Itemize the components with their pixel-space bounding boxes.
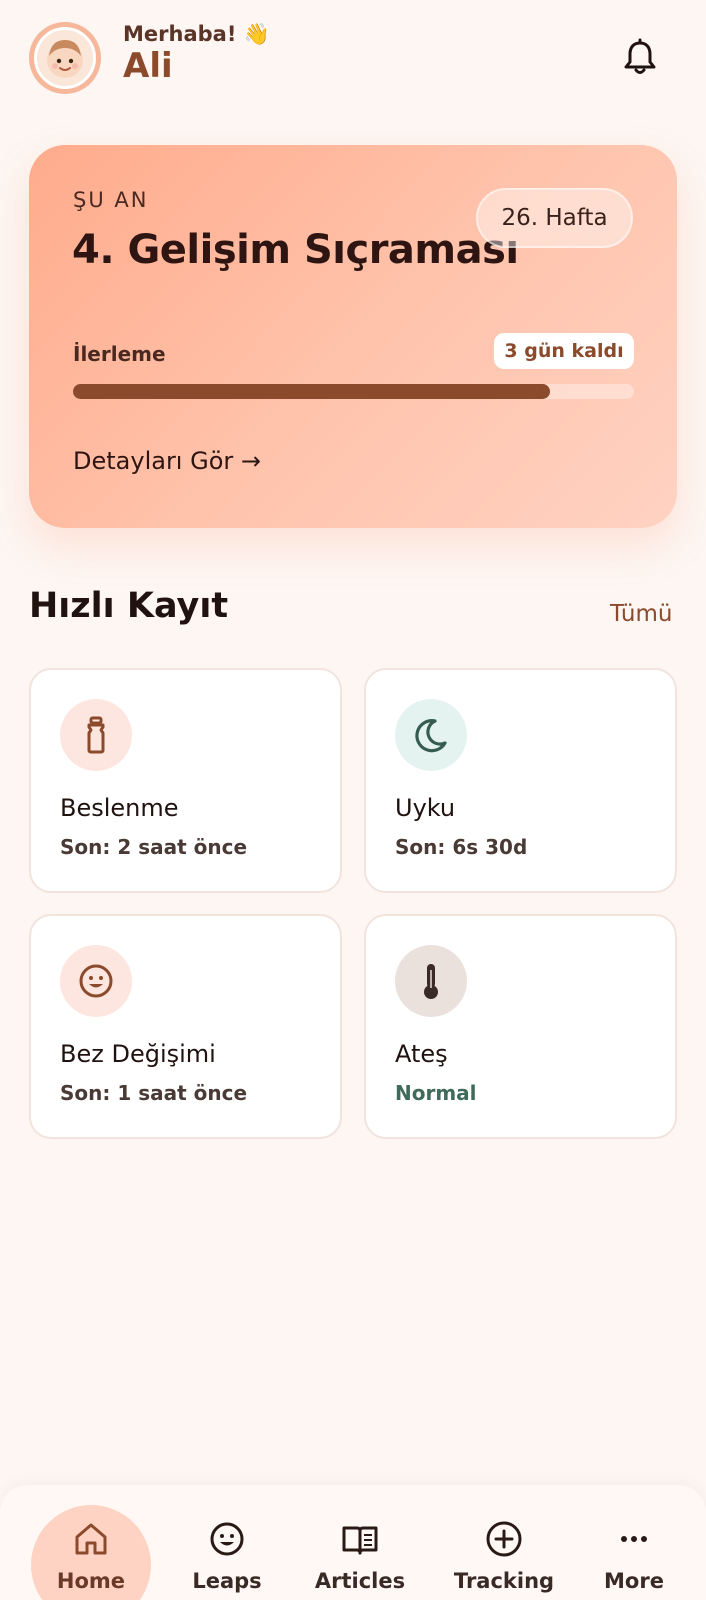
thermometer-icon — [395, 945, 467, 1017]
nav-label: Articles — [314, 1569, 406, 1593]
sleep-card[interactable]: Uyku Son: 6s 30d — [364, 668, 677, 893]
quick-log-title: Hızlı Kayıt — [29, 586, 229, 626]
book-icon — [342, 1526, 378, 1555]
smiley-icon — [60, 945, 132, 1017]
bell-icon[interactable] — [620, 38, 660, 78]
smiley-icon — [210, 1522, 244, 1556]
leap-title: 4. Gelişim Sıçraması — [72, 227, 519, 273]
nav-articles[interactable]: Articles — [310, 1505, 410, 1600]
fever-card[interactable]: Ateş Normal — [364, 914, 677, 1139]
card-subtitle: Son: 1 saat önce — [60, 1081, 248, 1105]
home-icon — [75, 1523, 107, 1555]
bottom-navigation: Home Leaps Articles Tracking More — [0, 1485, 706, 1600]
progress-label: İlerleme — [73, 342, 166, 366]
nav-label: Tracking — [453, 1569, 555, 1593]
card-title: Uyku — [395, 794, 456, 822]
diaper-card[interactable]: Bez Değişimi Son: 1 saat önce — [29, 914, 342, 1139]
card-subtitle: Normal — [395, 1081, 477, 1105]
baby-avatar-icon — [34, 27, 96, 89]
progress-bar — [73, 384, 634, 399]
progress-bar-fill — [73, 384, 550, 399]
current-label: ŞU AN — [73, 188, 149, 212]
bottle-icon — [60, 699, 132, 771]
feeding-card[interactable]: Beslenme Son: 2 saat önce — [29, 668, 342, 893]
card-title: Bez Değişimi — [60, 1040, 216, 1068]
nav-tracking[interactable]: Tracking — [452, 1505, 556, 1600]
nav-home[interactable]: Home — [51, 1505, 131, 1600]
see-all-link[interactable]: Tümü — [610, 601, 672, 627]
greeting-text: Merhaba! 👋 — [123, 22, 270, 46]
avatar[interactable] — [29, 22, 101, 94]
more-icon — [621, 1536, 647, 1542]
week-badge: 26. Hafta — [476, 188, 633, 248]
user-name: Ali — [123, 46, 173, 86]
nav-label: Leaps — [192, 1569, 262, 1593]
plus-circle-icon — [486, 1521, 522, 1557]
nav-leaps[interactable]: Leaps — [187, 1505, 267, 1600]
nav-label: Home — [56, 1569, 126, 1593]
current-leap-card[interactable]: ŞU AN 4. Gelişim Sıçraması 26. Hafta İle… — [29, 145, 677, 528]
nav-more[interactable]: More — [594, 1505, 674, 1600]
moon-icon — [395, 699, 467, 771]
card-subtitle: Son: 2 saat önce — [60, 835, 248, 859]
header: Merhaba! 👋 Ali — [0, 0, 706, 110]
nav-label: More — [604, 1569, 664, 1593]
card-title: Ateş — [395, 1040, 448, 1068]
details-link[interactable]: Detayları Gör → — [73, 447, 261, 475]
days-left-badge: 3 gün kaldı — [494, 333, 634, 369]
card-subtitle: Son: 6s 30d — [395, 835, 528, 859]
card-title: Beslenme — [60, 794, 179, 822]
